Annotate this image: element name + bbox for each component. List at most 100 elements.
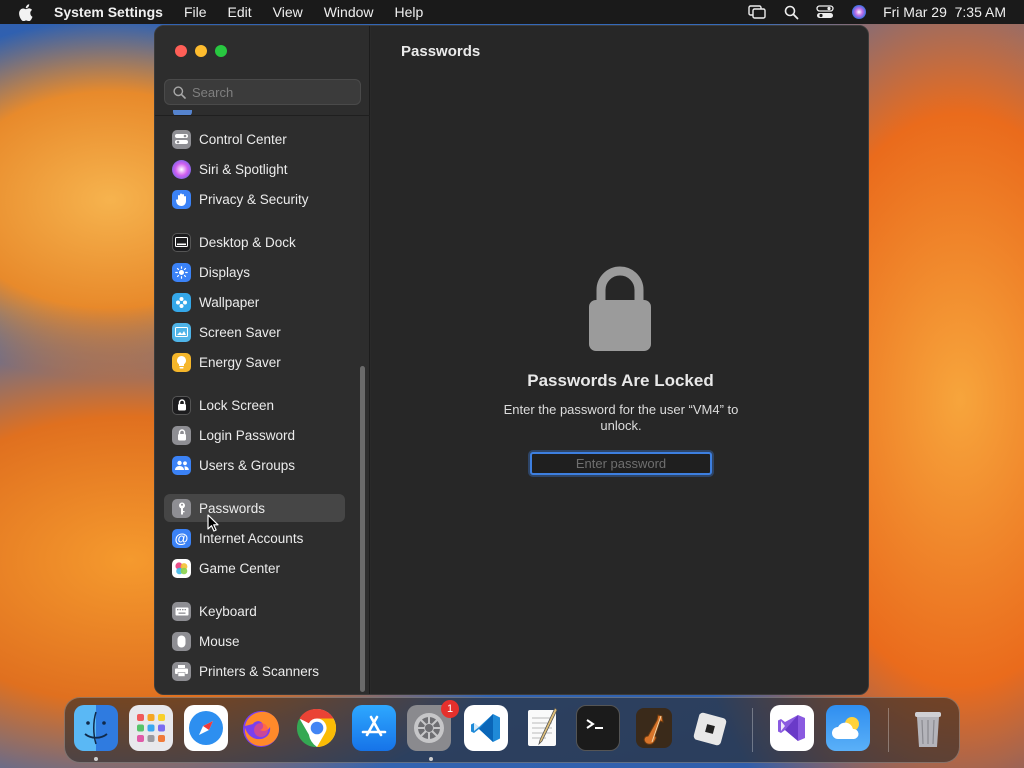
users-icon [172, 455, 191, 475]
menu-view[interactable]: View [273, 4, 303, 20]
zoom-window-button[interactable] [215, 45, 227, 57]
dock-icon [172, 232, 191, 252]
sidebar-item-siri-spotlight[interactable]: Siri & Spotlight [164, 155, 345, 183]
key-icon [172, 498, 191, 518]
sidebar-item-label: Login Password [199, 427, 296, 443]
hand-icon [172, 189, 191, 209]
lock-icon [172, 425, 191, 445]
keyboard-icon [172, 601, 191, 621]
password-field[interactable] [530, 452, 712, 475]
finder-running-indicator [94, 757, 98, 761]
settings-notification-badge: 1 [441, 700, 459, 718]
menu-edit[interactable]: Edit [228, 4, 252, 20]
sidebar-item-label: Siri & Spotlight [199, 161, 288, 177]
dock-visual-studio-icon[interactable] [770, 705, 814, 751]
page-title: Passwords [401, 43, 481, 60]
sidebar-item-passwords[interactable]: Passwords [164, 494, 345, 522]
dock-vscode-icon[interactable] [464, 705, 508, 751]
sidebar-item-energy-saver[interactable]: Energy Saver [164, 348, 345, 376]
sidebar-item-label: Energy Saver [199, 354, 281, 370]
large-lock-icon [588, 262, 652, 357]
sidebar-item-label: Wallpaper [199, 294, 260, 310]
dock-app-store-icon[interactable] [352, 705, 396, 751]
sidebar-item-screen-saver[interactable]: Screen Saver [164, 318, 345, 346]
search-input[interactable] [192, 84, 352, 100]
dock-textedit-icon[interactable] [520, 705, 564, 751]
sidebar-item-privacy-security[interactable]: Privacy & Security [164, 185, 345, 213]
menu-app-name[interactable]: System Settings [54, 4, 163, 20]
traffic-lights [175, 45, 227, 57]
menu-file[interactable]: File [184, 4, 207, 20]
sidebar-item-label: Displays [199, 264, 251, 280]
sidebar-item-displays[interactable]: Displays [164, 258, 345, 286]
control-center-icon[interactable] [815, 2, 835, 22]
sidebar-item-users-groups[interactable]: Users & Groups [164, 451, 345, 479]
dock: 1 [64, 697, 960, 763]
dock-launchpad-icon[interactable] [129, 705, 173, 751]
sidebar-item-label: Printers & Scanners [199, 663, 320, 679]
sidebar-item-lock-screen[interactable]: Lock Screen [164, 391, 345, 419]
sidebar-item-label: Mouse [199, 633, 240, 649]
search-divider [155, 115, 370, 116]
game-center-icon [172, 558, 191, 578]
passwords-pane: Passwords Passwords Are Locked Enter the… [371, 26, 868, 694]
dock-roblox-icon[interactable] [687, 705, 731, 751]
dock-safari-icon[interactable] [184, 705, 228, 751]
at-icon: @ [172, 528, 191, 548]
siri-icon [172, 159, 191, 179]
mouse-pointer-icon [207, 514, 219, 537]
dock-firefox-icon[interactable] [239, 705, 283, 751]
sidebar-item-label: Keyboard [199, 603, 257, 619]
siri-icon[interactable] [849, 2, 869, 22]
sidebar-item-game-center[interactable]: Game Center [164, 554, 345, 582]
sidebar-item-label: Lock Screen [199, 397, 275, 413]
control-center-icon [172, 129, 191, 149]
apple-menu-icon[interactable] [18, 3, 36, 21]
sidebar-scrollbar[interactable] [360, 366, 365, 692]
sidebar-item-label: Users & Groups [199, 457, 296, 473]
spotlight-search-icon[interactable] [781, 2, 801, 22]
dock-chrome-icon[interactable] [295, 705, 339, 751]
sidebar-item-printers-scanners[interactable]: Printers & Scanners [164, 657, 345, 685]
lock-title: Passwords Are Locked [527, 371, 714, 390]
sidebar-item-mouse[interactable]: Mouse [164, 627, 345, 655]
search-icon [173, 85, 186, 99]
menu-help[interactable]: Help [395, 4, 424, 20]
sidebar-item-label: Privacy & Security [199, 191, 309, 207]
sidebar-item-label: Screen Saver [199, 324, 281, 340]
printer-icon [172, 661, 191, 681]
flower-icon [172, 292, 191, 312]
at-symbol: @ [174, 530, 189, 546]
dock-trash-icon[interactable] [906, 705, 950, 751]
system-settings-window: Control Center Siri & Spotlight Privacy … [154, 25, 869, 695]
screen-saver-icon [172, 322, 191, 342]
sidebar-search[interactable] [164, 79, 361, 105]
dock-divider [752, 708, 753, 752]
dock-divider [888, 708, 889, 752]
mouse-icon [172, 631, 191, 651]
close-window-button[interactable] [175, 45, 187, 57]
dock-garageband-icon[interactable] [632, 705, 676, 751]
sun-icon [172, 262, 191, 282]
dock-finder-icon[interactable] [74, 705, 118, 751]
sidebar-item-keyboard[interactable]: Keyboard [164, 597, 345, 625]
menu-window[interactable]: Window [324, 4, 374, 20]
sidebar: Control Center Siri & Spotlight Privacy … [155, 26, 370, 694]
sidebar-item-label: Game Center [199, 560, 281, 576]
sidebar-item-wallpaper[interactable]: Wallpaper [164, 288, 345, 316]
sidebar-item-label: Desktop & Dock [199, 234, 296, 250]
system-settings-running-indicator [429, 757, 433, 761]
sidebar-item-desktop-dock[interactable]: Desktop & Dock [164, 228, 345, 256]
sidebar-item-internet-accounts[interactable]: @ Internet Accounts [164, 524, 345, 552]
sidebar-item-label: Control Center [199, 131, 287, 147]
minimize-window-button[interactable] [195, 45, 207, 57]
sidebar-item-control-center[interactable]: Control Center [164, 125, 345, 153]
password-input[interactable] [532, 454, 710, 473]
lock-message: Enter the password for the user “VM4” to… [503, 402, 739, 433]
dock-terminal-icon[interactable] [576, 705, 620, 751]
lock-icon [172, 395, 191, 415]
screen-mirroring-icon[interactable] [747, 2, 767, 22]
sidebar-item-login-password[interactable]: Login Password [164, 421, 345, 449]
menu-clock[interactable]: Fri Mar 29 7:35 AM [883, 4, 1006, 20]
dock-weather-icon[interactable] [826, 705, 870, 751]
